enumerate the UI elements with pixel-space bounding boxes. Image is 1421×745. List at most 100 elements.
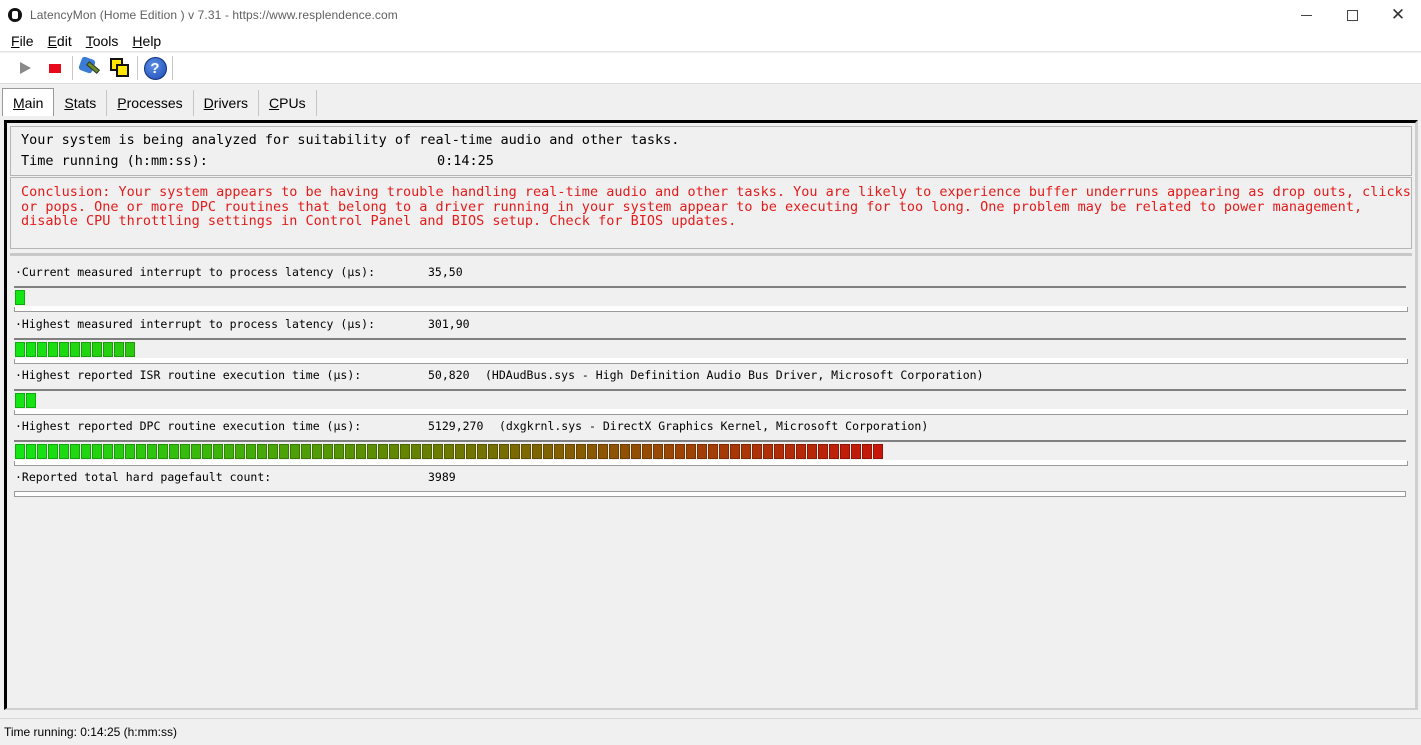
bar-segment (763, 444, 773, 459)
main-panel: Your system is being analyzed for suitab… (4, 120, 1418, 710)
latency-bar (14, 389, 1408, 415)
latency-bar (14, 338, 1408, 364)
bar-segment (81, 342, 91, 357)
bar-segment (389, 444, 399, 459)
bar-segment (15, 342, 25, 357)
bar-segment (620, 444, 630, 459)
tools-icon (78, 56, 102, 80)
bar-segment (664, 444, 674, 459)
bar-segment (213, 444, 223, 459)
minimize-button[interactable] (1283, 0, 1329, 30)
bar-segment (125, 444, 135, 459)
tab-stats[interactable]: Stats (54, 90, 108, 116)
bar-segment (257, 444, 267, 459)
bar-segment (587, 444, 597, 459)
menu-tools[interactable]: Tools (79, 30, 126, 52)
bar-segment (37, 444, 47, 459)
menu-edit[interactable]: Edit (41, 30, 79, 52)
bar-segment (48, 444, 58, 459)
bar-segment (147, 444, 157, 459)
bar-segment (70, 342, 80, 357)
help-button[interactable]: ? (140, 54, 170, 82)
help-icon: ? (143, 56, 167, 80)
time-running-value: 0:14:25 (437, 153, 494, 169)
bar-segment (818, 444, 828, 459)
bar-segment (15, 444, 25, 459)
bar-segment (642, 444, 652, 459)
bar-segment (510, 444, 520, 459)
bar-segment (37, 342, 47, 357)
tab-cpus[interactable]: CPUs (259, 90, 317, 116)
bar-segment (829, 444, 839, 459)
metrics-section: ·Current measured interrupt to process l… (10, 253, 1412, 705)
bar-segment (103, 342, 113, 357)
play-icon (19, 62, 31, 74)
bar-segment (356, 444, 366, 459)
window-controls: ✕ (1283, 0, 1421, 30)
bar-segment (279, 444, 289, 459)
tab-main[interactable]: Main (2, 88, 55, 116)
bar-segment (466, 444, 476, 459)
bar-segment (15, 290, 25, 305)
bar-segment (70, 444, 80, 459)
bar-segment (114, 444, 124, 459)
bar-segment (48, 342, 58, 357)
stop-button[interactable] (40, 54, 70, 82)
bar-segment (26, 342, 36, 357)
menu-bar: File Edit Tools Help (0, 30, 1421, 52)
bar-segment (268, 444, 278, 459)
bar-segment (840, 444, 850, 459)
bar-segment (433, 444, 443, 459)
pagefault-bar (14, 491, 1406, 497)
bar-segment (730, 444, 740, 459)
bar-segment (246, 444, 256, 459)
close-button[interactable]: ✕ (1375, 0, 1421, 30)
bar-segment (455, 444, 465, 459)
bar-segment (323, 444, 333, 459)
bar-segment (26, 444, 36, 459)
bar-segment (59, 444, 69, 459)
bar-segment (807, 444, 817, 459)
menu-help[interactable]: Help (125, 30, 168, 52)
metric-description: (dxgkrnl.sys - DirectX Graphics Kernel, … (499, 419, 929, 433)
bar-segment (400, 444, 410, 459)
bar-segment (92, 444, 102, 459)
windows-icon (109, 57, 131, 79)
bar-segment (719, 444, 729, 459)
metric-value: 5129,270 (428, 419, 484, 433)
windows-button[interactable] (105, 54, 135, 82)
maximize-button[interactable] (1329, 0, 1375, 30)
latency-bar (14, 440, 1408, 466)
bar-segment (774, 444, 784, 459)
bar-segment (708, 444, 718, 459)
bar-segment (224, 444, 234, 459)
menu-file[interactable]: File (4, 30, 41, 52)
bar-segment (411, 444, 421, 459)
bar-segment (312, 444, 322, 459)
metric-value: 50,820 (428, 368, 470, 382)
metric-label: ·Highest measured interrupt to process l… (15, 317, 376, 331)
bar-segment (554, 444, 564, 459)
bar-segment (334, 444, 344, 459)
bar-segment (631, 444, 641, 459)
bar-segment (796, 444, 806, 459)
bar-segment (92, 342, 102, 357)
metric-label: ·Highest reported DPC routine execution … (15, 419, 362, 433)
tab-drivers[interactable]: Drivers (194, 90, 260, 116)
metric-value: 3989 (428, 470, 456, 484)
bar-segment (422, 444, 432, 459)
latency-bar-fill (15, 393, 37, 408)
tab-processes[interactable]: Processes (107, 90, 194, 116)
status-section: Your system is being analyzed for suitab… (10, 126, 1412, 176)
bar-segment (59, 342, 69, 357)
bar-segment (180, 444, 190, 459)
bar-segment (488, 444, 498, 459)
metric-description: (HDAudBus.sys - High Definition Audio Bu… (485, 368, 984, 382)
bar-segment (653, 444, 663, 459)
tools-button[interactable] (75, 54, 105, 82)
bar-segment (576, 444, 586, 459)
start-button[interactable] (10, 54, 40, 82)
bar-segment (235, 444, 245, 459)
bar-segment (565, 444, 575, 459)
toolbar-separator (72, 56, 73, 80)
